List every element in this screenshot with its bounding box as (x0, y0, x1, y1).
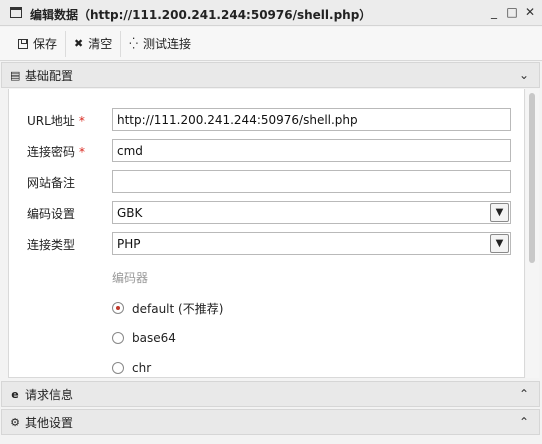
radio-default[interactable] (112, 302, 124, 314)
chevron-down-icon: ⌄ (518, 68, 529, 82)
type-label: 连接类型 (27, 238, 76, 252)
encoder-label: 编码器 (112, 271, 149, 285)
encoder-option-chr[interactable]: chr (112, 360, 151, 376)
encoder-option-label: chr (132, 361, 152, 375)
save-icon (18, 38, 28, 49)
section-other-header[interactable]: ⚙ 其他设置 ⌃ (1, 409, 540, 435)
url-row: URL地址 * http://111.200.241.244:50976/shel… (9, 108, 524, 132)
note-input[interactable] (112, 170, 511, 193)
type-row: 连接类型 PHP ▼ (9, 232, 524, 256)
file-icon: ▤ (10, 68, 21, 82)
window-titlebar: 编辑数据（http://111.200.241.244:50976/shell.… (0, 0, 542, 26)
section-basic-title: 基础配置 (25, 68, 74, 83)
ie-icon: e (11, 387, 19, 401)
section-request-header[interactable]: e 请求信息 ⌃ (1, 381, 540, 407)
clear-button-label: 清空 (88, 37, 113, 51)
password-label: 连接密码 * (27, 145, 86, 159)
url-input[interactable]: http://111.200.241.244:50976/shell.php (112, 108, 511, 131)
encoder-option-label: base64 (132, 331, 176, 345)
scrollbar-thumb[interactable] (529, 93, 535, 263)
basic-config-panel: URL地址 * http://111.200.241.244:50976/shel… (8, 89, 525, 378)
gears-icon: ⚙ (10, 415, 20, 429)
section-other-title: 其他设置 (25, 415, 74, 430)
required-mark: * (79, 145, 86, 159)
panel-scrollbar[interactable] (526, 89, 539, 378)
encoding-value: GBK (117, 206, 143, 220)
toolbar: 保存 ✖ 清空 ⁛ 测试连接 (0, 27, 542, 61)
minimize-button[interactable]: _ (488, 5, 500, 19)
section-request-title: 请求信息 (25, 387, 74, 402)
radio-base64[interactable] (112, 332, 124, 344)
password-row: 连接密码 * cmd (9, 139, 524, 163)
save-button-label: 保存 (33, 37, 58, 51)
section-basic-header[interactable]: ▤ 基础配置 ⌄ (1, 62, 540, 88)
x-icon: ✖ (74, 37, 84, 50)
test-connection-label: 测试连接 (143, 37, 192, 51)
window-icon (10, 7, 22, 18)
url-label: URL地址 * (27, 114, 85, 128)
window-title: 编辑数据（http://111.200.241.244:50976/shell.… (30, 8, 372, 22)
encoder-option-base64[interactable]: base64 (112, 330, 176, 346)
clear-button[interactable]: ✖ 清空 (66, 30, 122, 57)
encoder-option-label: default (不推荐) (132, 301, 224, 316)
save-button[interactable]: 保存 (10, 30, 67, 57)
test-connection-button[interactable]: ⁛ 测试连接 (121, 31, 199, 57)
radio-chr[interactable] (112, 362, 124, 374)
encoding-row: 编码设置 GBK ▼ (9, 201, 524, 225)
type-select[interactable]: PHP ▼ (112, 232, 511, 255)
spinner-icon: ⁛ (129, 37, 139, 50)
chevron-down-icon[interactable]: ▼ (490, 234, 509, 253)
note-row: 网站备注 (9, 170, 524, 194)
password-input[interactable]: cmd (112, 139, 511, 162)
window-controls: _ □ ✕ (488, 5, 536, 19)
note-label: 网站备注 (27, 176, 76, 190)
encoding-label: 编码设置 (27, 207, 76, 221)
chevron-up-icon: ⌃ (518, 387, 529, 401)
close-button[interactable]: ✕ (524, 5, 536, 19)
type-value: PHP (117, 237, 141, 251)
encoder-option-default[interactable]: default (不推荐) (112, 300, 223, 316)
maximize-button[interactable]: □ (506, 5, 518, 19)
chevron-up-icon: ⌃ (518, 415, 529, 429)
chevron-down-icon[interactable]: ▼ (490, 203, 509, 222)
required-mark: * (78, 114, 85, 128)
encoding-select[interactable]: GBK ▼ (112, 201, 511, 224)
